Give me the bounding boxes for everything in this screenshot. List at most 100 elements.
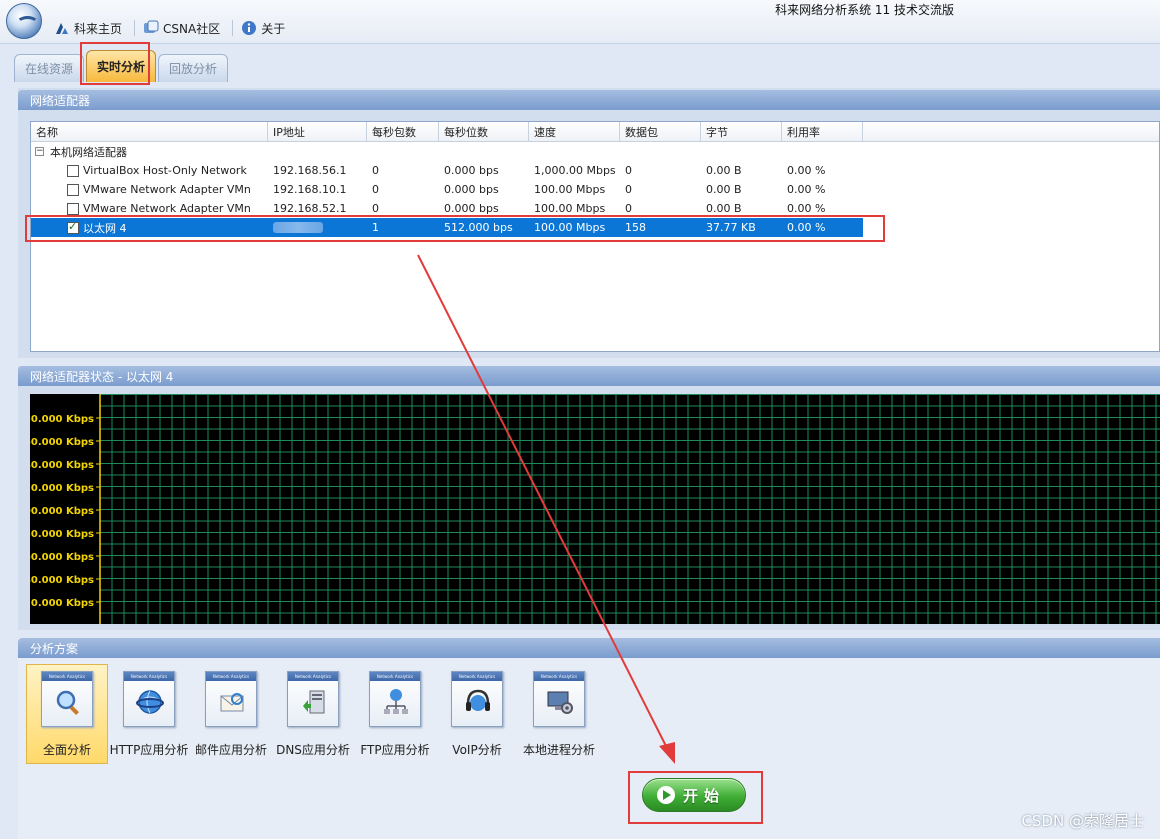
card-band: Network Analytics: [206, 672, 256, 681]
table-row[interactable]: VirtualBox Host-Only Network 192.168.56.…: [31, 161, 1159, 180]
adapter-ip: 192.168.56.1: [273, 164, 347, 177]
menu-item-home[interactable]: 科来主页: [54, 20, 122, 37]
scheme-voip-analysis[interactable]: Network Analytics VoIP分析: [436, 664, 518, 764]
http-analysis-icon: Network Analytics: [123, 671, 175, 727]
card-band: Network Analytics: [370, 672, 420, 681]
adapter-speed: 100.00 Mbps: [534, 183, 606, 196]
monitor-gear-icon: [547, 691, 573, 714]
adapter-speed: 100.00 Mbps: [534, 202, 606, 215]
analysis-schemes-title: 分析方案: [18, 638, 1160, 658]
adapter-group-label: 本机网络适配器: [50, 145, 127, 159]
adapter-name: VMware Network Adapter VMn: [83, 202, 251, 215]
scheme-label: 邮件应用分析: [194, 743, 267, 757]
colasoft-home-icon: [56, 23, 68, 34]
column-header-name[interactable]: 名称: [31, 122, 268, 142]
adapter-packets: 158: [625, 221, 646, 234]
headset-icon: [466, 689, 490, 711]
y-tick-label: 20.000 Kbps: [30, 598, 94, 609]
menu-item-community[interactable]: CSNA社区: [143, 20, 220, 37]
app-logo-icon[interactable]: [6, 3, 42, 39]
adapter-checkbox[interactable]: [67, 183, 79, 196]
y-tick-label: 140.000 Kbps: [30, 460, 94, 471]
title-bar: 科来主页 CSNA社区 关于 科来网络分析系统 11 技术交流版: [0, 0, 1160, 44]
start-button[interactable]: 开始: [642, 778, 746, 812]
scheme-dns-analysis[interactable]: Network Analytics DNS应用分析: [272, 664, 354, 764]
community-icon: [144, 20, 159, 33]
adapter-status-title: 网络适配器状态 - 以太网 4: [18, 366, 1160, 386]
adapter-name: VMware Network Adapter VMn: [83, 183, 251, 196]
adapter-checkbox-checked[interactable]: [67, 220, 79, 234]
scheme-local-process-analysis[interactable]: Network Analytics 本地进程分析: [518, 664, 600, 764]
column-header-ip[interactable]: IP地址: [268, 122, 367, 142]
adapter-group-local[interactable]: − 本机网络适配器: [31, 142, 1159, 161]
top-menu: 科来主页 CSNA社区 关于: [54, 18, 297, 38]
scheme-label: DNS应用分析: [276, 743, 350, 757]
info-icon: [242, 21, 257, 35]
column-header-bytes[interactable]: 字节: [701, 122, 782, 142]
tab-replay-analysis[interactable]: 回放分析: [158, 54, 229, 82]
card-band: Network Analytics: [42, 672, 92, 681]
mail-analysis-icon: Network Analytics: [205, 671, 257, 727]
table-row[interactable]: VMware Network Adapter VMn 192.168.52.1 …: [31, 199, 1159, 218]
scheme-ftp-analysis[interactable]: Network Analytics FTP应用分析: [354, 664, 436, 764]
watermark: CSDN @索隆居士: [1021, 812, 1144, 830]
tab-online-resources[interactable]: 在线资源: [14, 54, 85, 82]
column-header-speed[interactable]: 速度: [529, 122, 620, 142]
adapter-name: 以太网 4: [83, 221, 127, 235]
menu-item-about[interactable]: 关于: [241, 20, 285, 37]
y-tick-label: 40.000 Kbps: [30, 575, 94, 586]
card-band: Network Analytics: [452, 672, 502, 681]
scheme-http-analysis[interactable]: Network Analytics HTTP应用分析: [108, 664, 190, 764]
adapter-ip-redacted: [268, 218, 367, 237]
adapter-bytes: 37.77 KB: [706, 221, 756, 234]
adapter-checkbox[interactable]: [67, 164, 79, 177]
column-header-pps[interactable]: 每秒包数: [367, 122, 439, 142]
full-analysis-icon: Network Analytics: [41, 671, 93, 727]
column-header-utilization[interactable]: 利用率: [782, 122, 863, 142]
adapter-table: 名称 IP地址 每秒包数 每秒位数 速度 数据包 字节 利用率 − 本机网络适配…: [30, 121, 1160, 352]
adapter-pps: 0: [372, 202, 379, 215]
y-tick-label: 100.000 Kbps: [30, 506, 94, 517]
adapter-bytes: 0.00 B: [706, 202, 742, 215]
adapter-panel-title: 网络适配器: [18, 90, 1160, 110]
adapter-ip: 192.168.52.1: [273, 202, 347, 215]
adapter-checkbox[interactable]: [67, 202, 79, 215]
adapter-name: VirtualBox Host-Only Network: [83, 164, 247, 177]
y-tick-label: 180.000 Kbps: [30, 414, 94, 425]
adapter-packets: 0: [625, 164, 632, 177]
y-tick-label: 80.000 Kbps: [30, 529, 94, 540]
tab-realtime-analysis[interactable]: 实时分析: [86, 50, 157, 82]
y-tick-label: 160.000 Kbps: [30, 437, 94, 448]
menu-separator: [232, 20, 234, 36]
table-row-selected[interactable]: 以太网 4 1 512.000 bps 100.00 Mbps 158 37.7…: [31, 218, 863, 237]
column-header-packets[interactable]: 数据包: [620, 122, 701, 142]
adapter-packets: 0: [625, 183, 632, 196]
start-button-label: 开始: [683, 786, 726, 805]
adapter-pps: 0: [372, 164, 379, 177]
adapter-utilization: 0.00 %: [787, 183, 826, 196]
adapter-ip: 192.168.10.1: [273, 183, 347, 196]
scheme-mail-analysis[interactable]: Network Analytics 邮件应用分析: [190, 664, 272, 764]
table-header: 名称 IP地址 每秒包数 每秒位数 速度 数据包 字节 利用率: [31, 122, 1159, 142]
scheme-full-analysis[interactable]: Network Analytics 全面分析: [26, 664, 108, 764]
adapter-bps: 0.000 bps: [444, 183, 499, 196]
y-tick-label: 120.000 Kbps: [30, 483, 94, 494]
local-process-analysis-icon: Network Analytics: [533, 671, 585, 727]
card-band: Network Analytics: [124, 672, 174, 681]
scheme-label: FTP应用分析: [360, 743, 430, 757]
magnifier-icon: [56, 690, 79, 715]
table-row[interactable]: VMware Network Adapter VMn 192.168.10.1 …: [31, 180, 1159, 199]
column-header-bps[interactable]: 每秒位数: [439, 122, 529, 142]
scheme-label: HTTP应用分析: [109, 743, 189, 757]
ftp-network-icon: [384, 689, 408, 714]
adapter-speed: 100.00 Mbps: [534, 221, 606, 234]
mail-icon: [220, 693, 244, 712]
adapter-utilization: 0.00 %: [787, 202, 826, 215]
adapter-bps: 512.000 bps: [444, 221, 513, 234]
globe-icon: [136, 690, 164, 714]
dns-analysis-icon: Network Analytics: [287, 671, 339, 727]
server-icon: [303, 690, 325, 714]
collapse-icon[interactable]: −: [35, 147, 44, 156]
adapter-bytes: 0.00 B: [706, 164, 742, 177]
voip-analysis-icon: Network Analytics: [451, 671, 503, 727]
